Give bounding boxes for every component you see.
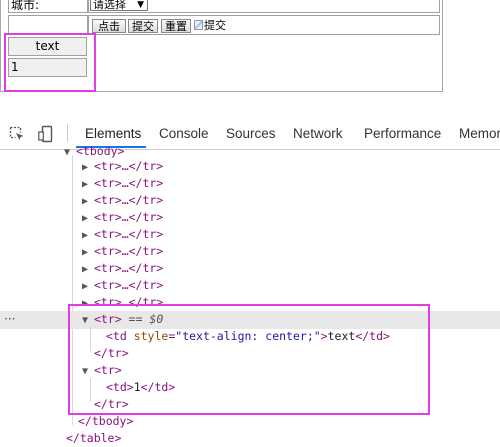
tree-row-collapsed[interactable]: ▶ <tr>…</tr> — [82, 277, 163, 295]
highlight-box-devtools — [68, 304, 430, 415]
collapsed-triangle-icon: ▶ — [82, 213, 89, 224]
tree-row-collapsed[interactable]: ▶ <tr>…</tr> — [82, 192, 163, 210]
tree-row-collapsed[interactable]: ▶ <tr>…</tr> — [82, 158, 163, 176]
tree-table-close[interactable]: </table> — [66, 430, 121, 447]
expanded-triangle-icon: ▼ — [64, 147, 71, 158]
collapsed-triangle-icon: ▶ — [82, 230, 89, 241]
tab-sources[interactable]: Sources — [226, 126, 276, 141]
table-close-text: </table> — [66, 431, 122, 445]
tree-row-collapsed[interactable]: ▶ <tr>…</tr> — [82, 226, 163, 244]
inspect-element-icon[interactable] — [9, 126, 25, 142]
collapsed-triangle-icon: ▶ — [82, 162, 89, 173]
collapsed-triangle-icon: ▶ — [82, 264, 89, 275]
toolbar-separator — [67, 124, 68, 142]
tab-performance[interactable]: Performance — [364, 126, 441, 141]
collapsed-triangle-icon: ▶ — [82, 247, 89, 258]
highlight-box-table — [4, 33, 96, 92]
tab-console[interactable]: Console — [159, 126, 209, 141]
collapsed-row-text: <tr>…</tr> — [94, 193, 164, 207]
tbody-close-text: </tbody> — [78, 414, 134, 428]
more-options-icon[interactable]: ··· — [4, 311, 15, 328]
tree-row-collapsed[interactable]: ▶ <tr>…</tr> — [82, 260, 163, 278]
collapsed-row-text: <tr>…</tr> — [94, 210, 164, 224]
collapsed-row-text: <tr>…</tr> — [94, 278, 164, 292]
tree-row-collapsed[interactable]: ▶ <tr>…</tr> — [82, 243, 163, 261]
tab-elements[interactable]: Elements — [85, 126, 141, 141]
tbody-open-text: <tbody> — [76, 144, 125, 158]
tree-row-collapsed[interactable]: ▶ <tr>…</tr> — [82, 209, 163, 227]
tab-network[interactable]: Network — [293, 126, 343, 141]
tree-row-collapsed[interactable]: ▶ <tr>…</tr> — [82, 175, 163, 193]
tab-memory[interactable]: Memor — [459, 126, 500, 141]
device-toolbar-icon[interactable] — [38, 125, 56, 143]
collapsed-triangle-icon: ▶ — [82, 196, 89, 207]
tree-tbody-close[interactable]: </tbody> — [78, 413, 133, 430]
collapsed-triangle-icon: ▶ — [82, 179, 89, 190]
collapsed-row-text: <tr>…</tr> — [94, 244, 164, 258]
collapsed-row-text: <tr>…</tr> — [94, 159, 164, 173]
collapsed-row-text: <tr>…</tr> — [94, 261, 164, 275]
collapsed-row-text: <tr>…</tr> — [94, 176, 164, 190]
collapsed-triangle-icon: ▶ — [82, 281, 89, 292]
collapsed-row-text: <tr>…</tr> — [94, 227, 164, 241]
